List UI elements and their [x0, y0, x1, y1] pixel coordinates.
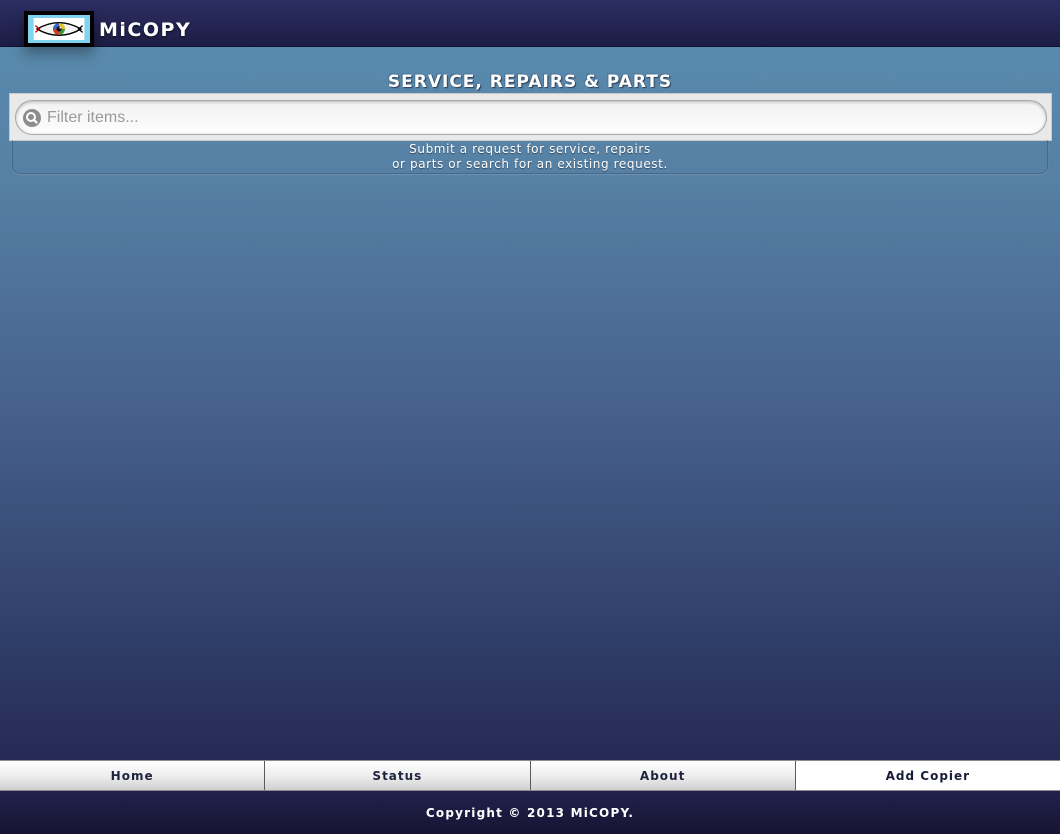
tab-status[interactable]: Status	[265, 761, 531, 790]
search-icon	[23, 109, 41, 127]
page-title: SERVICE, REPAIRS & PARTS	[387, 72, 673, 92]
info-line-2: or parts or search for an existing reque…	[392, 157, 668, 171]
filter-bar	[9, 93, 1052, 141]
tab-about[interactable]: About	[530, 761, 796, 790]
logo-frame	[28, 15, 90, 43]
copyright-text: Copyright © 2013 MiCOPY.	[425, 805, 635, 820]
bottom-navbar: Home Status About Add Copier	[0, 760, 1060, 791]
tab-home[interactable]: Home	[0, 761, 266, 790]
info-text: Submit a request for service, repairs or…	[0, 142, 1060, 172]
info-line-1: Submit a request for service, repairs	[409, 142, 651, 156]
tab-add-copier[interactable]: Add Copier	[795, 761, 1060, 790]
eye-logo-icon	[33, 18, 85, 40]
footer: Copyright © 2013 MiCOPY.	[0, 791, 1060, 834]
filter-input[interactable]	[47, 101, 1037, 134]
brand-name: MiCOPY	[99, 19, 192, 41]
filter-input-wrapper[interactable]	[15, 100, 1047, 135]
logo[interactable]	[24, 11, 94, 47]
app-header: MiCOPY	[0, 0, 1060, 47]
